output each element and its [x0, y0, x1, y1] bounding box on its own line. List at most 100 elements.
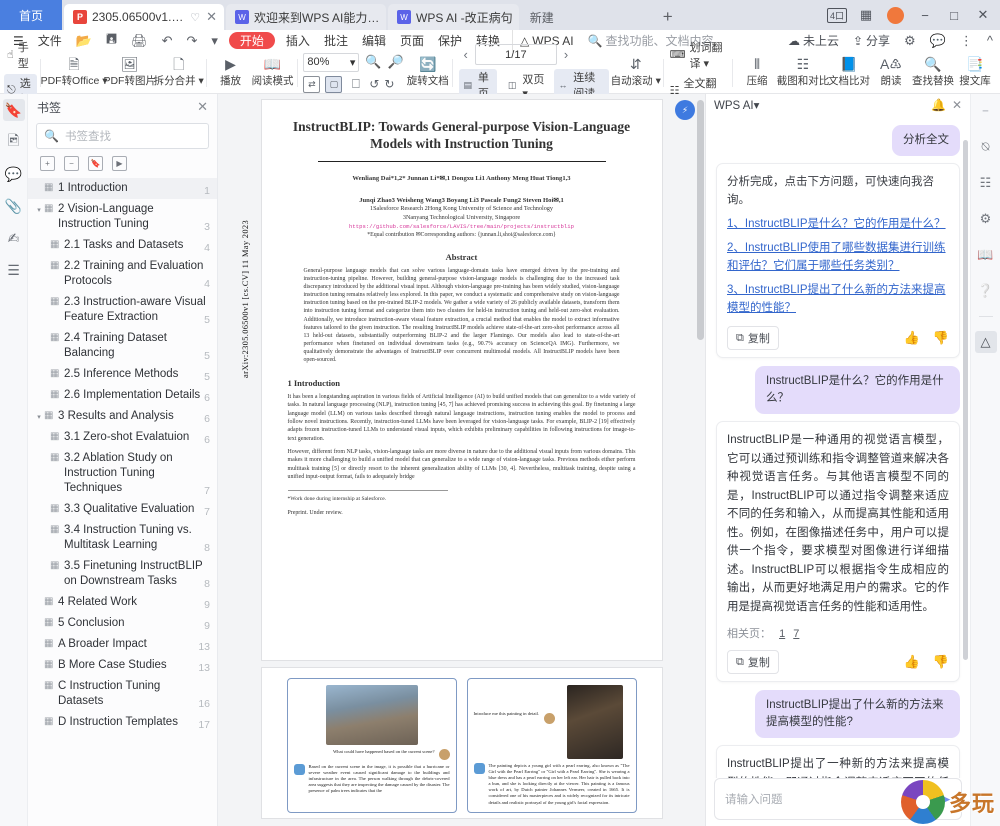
- floating-ai-button[interactable]: ⚡: [675, 100, 695, 120]
- rotate-ccw-icon[interactable]: ↺: [369, 77, 379, 91]
- bookmark-item[interactable]: ▦ 3.1 Zero-shot Evalatuion 6: [28, 427, 217, 448]
- tab-wps-ai-template[interactable]: 欢迎来到WPS AI能力体验模板: [226, 4, 386, 30]
- save-icon[interactable]: 🖪: [99, 30, 124, 52]
- tab-pdf-document[interactable]: 2305.06500v1.pdf ♡ ✕: [64, 4, 224, 30]
- comment-panel-icon[interactable]: 💬: [3, 163, 25, 185]
- read-aloud-button[interactable]: A♳ 朗读: [870, 53, 912, 93]
- bookmark-item[interactable]: ▦ 2.4 Training Dataset Balancing 5: [28, 328, 217, 364]
- adjust-icon[interactable]: ⚙: [975, 208, 997, 230]
- bookmark-item[interactable]: ▦ 1 Introduction 1: [28, 178, 217, 199]
- bookmark-item[interactable]: ▦ 2.6 Implementation Details 6: [28, 385, 217, 406]
- bookmark-item[interactable]: ▾ ▦ 2 Vision-Language Instruction Tuning…: [28, 199, 217, 235]
- layout-icon[interactable]: 4口: [824, 2, 850, 28]
- tab-wps-ai-correction[interactable]: WPS AI -改正病句: [388, 4, 519, 30]
- bookmark-panel-icon[interactable]: 🔖: [2, 99, 25, 121]
- rotate-document-button[interactable]: 🔄 旋转文档: [407, 53, 449, 93]
- more-options-icon[interactable]: ⋮: [953, 30, 980, 52]
- rail-handle[interactable]: ━: [975, 100, 997, 122]
- auto-scroll-button[interactable]: ⇵ 自动滚动 ▾: [611, 53, 661, 93]
- related-page-link[interactable]: 7: [793, 628, 799, 640]
- minimize-button[interactable]: −: [912, 2, 938, 28]
- share-button[interactable]: ⇪ 分享: [846, 30, 897, 52]
- print-icon[interactable]: 🖨: [124, 30, 155, 52]
- menu-item-page[interactable]: 页面: [393, 30, 431, 52]
- compress-button[interactable]: ⫴ 压缩: [736, 53, 778, 93]
- split-merge-button[interactable]: 🗋 拆分合并 ▾: [154, 53, 204, 93]
- thumbs-up-icon[interactable]: 👍: [904, 654, 920, 670]
- app-grid-icon[interactable]: ▦: [853, 2, 879, 28]
- ai-chat-scroll[interactable]: 分析全文 分析完成，点击下方问题，可快速向我咨询。 1、InstructBLIP…: [706, 116, 970, 778]
- page-number-input[interactable]: 1/17: [474, 44, 557, 65]
- page-tool-icon[interactable]: 📖: [975, 244, 997, 266]
- pdf-to-image-button[interactable]: 🖼 PDF转图片: [103, 53, 156, 93]
- translate-icon[interactable]: ☷: [975, 172, 997, 194]
- close-icon[interactable]: ✕: [952, 98, 962, 112]
- bookmark-item[interactable]: ▦ 3.4 Instruction Tuning vs. Multitask L…: [28, 520, 217, 556]
- send-icon[interactable]: ➤: [939, 791, 951, 808]
- tab-comment-icon[interactable]: ♡: [190, 11, 200, 24]
- menu-item-start[interactable]: 开始: [228, 32, 275, 49]
- prev-page-button[interactable]: ‹: [459, 47, 473, 62]
- feedback-comment-icon[interactable]: 💬: [923, 30, 953, 52]
- cloud-status[interactable]: ☁ 未上云: [781, 30, 846, 52]
- bookmark-item[interactable]: ▦ A Broader Impact 13: [28, 634, 217, 655]
- collapse-ribbon-icon[interactable]: ^: [980, 30, 1000, 52]
- find-replace-button[interactable]: 🔍 查找替换: [912, 53, 954, 93]
- zoom-out-icon[interactable]: 🔍: [365, 54, 381, 70]
- bookmark-item[interactable]: ▦ 3.2 Ablation Study on Instruction Tuni…: [28, 448, 217, 499]
- maximize-button[interactable]: □: [941, 2, 967, 28]
- ai-question-input[interactable]: 请输入问题 ➤: [714, 778, 962, 820]
- new-tab-button[interactable]: +: [651, 4, 685, 30]
- open-icon[interactable]: 📂: [69, 30, 99, 52]
- doc-library-button[interactable]: 📑 搜文库: [954, 53, 996, 93]
- bookmark-item[interactable]: ▦ D Instruction Templates 17: [28, 712, 217, 733]
- thumbs-down-icon[interactable]: 👎: [933, 330, 949, 346]
- attachment-panel-icon[interactable]: 📎: [3, 195, 25, 217]
- fit-page-icon[interactable]: ▢: [325, 75, 343, 93]
- customize-toolbar-icon[interactable]: ▾: [204, 30, 225, 52]
- thumbs-up-icon[interactable]: 👍: [904, 330, 920, 346]
- help-icon[interactable]: ❔: [975, 280, 997, 302]
- search-doc-icon[interactable]: ⍉: [975, 136, 997, 158]
- pdf-viewer[interactable]: arXiv:2305.06500v1 [cs.CV] 11 May 2023 I…: [218, 94, 705, 826]
- tab-new[interactable]: 新建: [521, 4, 651, 30]
- bookmark-item[interactable]: ▦ 3.3 Qualitative Evaluation 7: [28, 499, 217, 520]
- bookmark-item[interactable]: ▦ 2.3 Instruction-aware Visual Feature E…: [28, 292, 217, 328]
- copy-button[interactable]: ⧉ 复制: [727, 650, 779, 674]
- zoom-level-select[interactable]: 80% ▾: [303, 52, 360, 72]
- menu-item-insert[interactable]: 插入: [279, 30, 317, 52]
- twisty-icon[interactable]: ▾: [34, 202, 44, 214]
- bookmark-item[interactable]: ▾ ▦ 3 Results and Analysis 6: [28, 406, 217, 427]
- twisty-icon[interactable]: ▾: [34, 409, 44, 421]
- edit-bookmark-icon[interactable]: 🔖: [88, 156, 103, 171]
- thumbs-down-icon[interactable]: 👎: [933, 654, 949, 670]
- copy-button[interactable]: ⧉ 复制: [727, 326, 779, 350]
- bookmark-item[interactable]: ▦ 2.5 Inference Methods 5: [28, 364, 217, 385]
- tab-close-icon[interactable]: ✕: [205, 9, 218, 25]
- bookmark-item[interactable]: ▦ 4 Related Work 9: [28, 592, 217, 613]
- next-page-button[interactable]: ›: [559, 47, 573, 62]
- menu-item-edit[interactable]: 编辑: [355, 30, 393, 52]
- suggested-question-1[interactable]: 1、InstructBLIP是什么？它的作用是什么？: [727, 215, 949, 233]
- suggested-question-3[interactable]: 3、InstructBLIP提出了什么新的方法来提高模型的性能？: [727, 281, 949, 317]
- bookmark-item[interactable]: ▦ B More Case Studies 13: [28, 655, 217, 676]
- ai-panel-title[interactable]: WPS AI▾: [714, 98, 925, 112]
- bookmark-item[interactable]: ▦ C Instruction Tuning Datasets 16: [28, 676, 217, 712]
- menu-item-annotate[interactable]: 批注: [317, 30, 355, 52]
- close-button[interactable]: ✕: [970, 2, 996, 28]
- goto-bookmark-icon[interactable]: ▶: [112, 156, 127, 171]
- screenshot-compare-button[interactable]: ☷ 截图和对比: [777, 53, 830, 93]
- thumbnail-panel-icon[interactable]: 🖻: [3, 131, 25, 153]
- viewer-scrollbar[interactable]: [697, 100, 704, 340]
- bookmark-item[interactable]: ▦ 2.2 Training and Evaluation Protocols …: [28, 256, 217, 292]
- home-tab[interactable]: 首页: [0, 0, 62, 30]
- bookmark-search[interactable]: 🔍 书签查找: [36, 123, 209, 149]
- close-icon[interactable]: ✕: [197, 99, 208, 115]
- add-bookmark-icon[interactable]: +: [40, 156, 55, 171]
- user-avatar[interactable]: [887, 6, 904, 24]
- pdf-to-office-button[interactable]: 🗎 PDF转Office ▾: [41, 53, 108, 93]
- redo-icon[interactable]: ↷: [179, 30, 204, 52]
- layers-panel-icon[interactable]: ☰: [3, 259, 25, 281]
- bell-icon[interactable]: 🔔: [931, 98, 946, 112]
- play-button[interactable]: ▶ 播放: [210, 53, 252, 93]
